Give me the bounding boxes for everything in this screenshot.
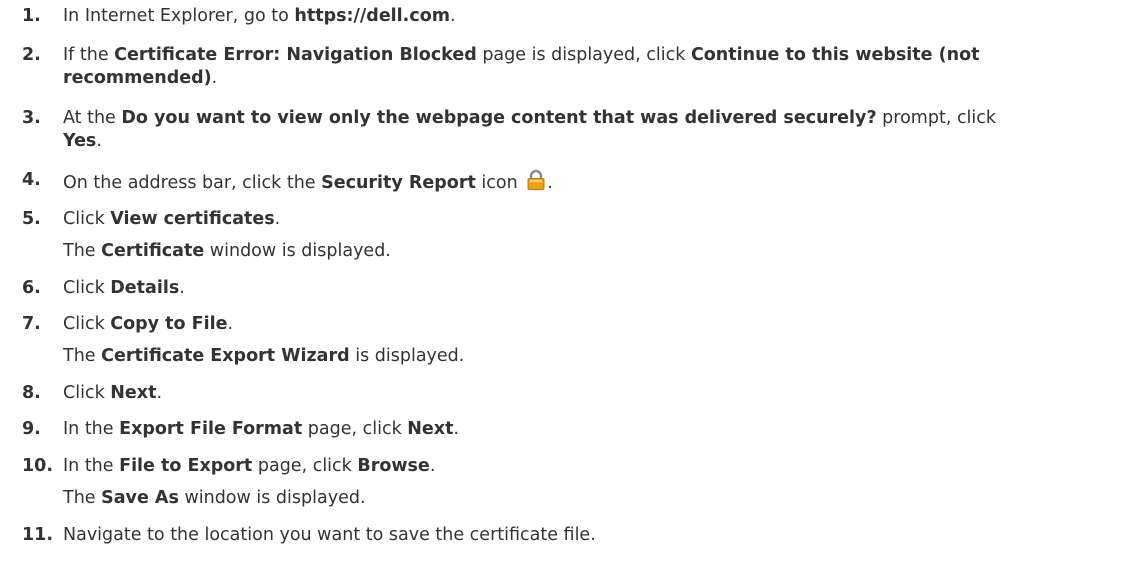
step-number: 7. bbox=[22, 314, 41, 334]
result-text-2: is displayed. bbox=[349, 346, 465, 366]
step-text: Click View certificates. bbox=[63, 208, 1133, 231]
step-text: Navigate to the location you want to sav… bbox=[63, 524, 1133, 547]
step-text: In the Export File Format page, click Ne… bbox=[63, 418, 1133, 441]
step-text: In the File to Export page, click Browse… bbox=[63, 455, 1133, 478]
step-text-0: Click bbox=[63, 314, 111, 334]
step-text: At the Do you want to view only the webp… bbox=[63, 107, 1133, 153]
step-text-0: Click bbox=[63, 209, 111, 229]
step-text-2: . bbox=[274, 209, 281, 229]
step-text-2: icon bbox=[475, 173, 524, 193]
step-text-4: . bbox=[429, 456, 436, 476]
step-text-0: On the address bar, click the bbox=[63, 173, 322, 193]
step-text-3: Next bbox=[407, 419, 454, 439]
step-number: 9. bbox=[22, 419, 41, 439]
url-text: https://dell.com bbox=[294, 6, 450, 26]
step-text-1: Next bbox=[110, 383, 157, 403]
step-text-1: Security Report bbox=[321, 173, 476, 193]
step-text-4: . bbox=[453, 419, 460, 439]
step-text-1: Export File Format bbox=[119, 419, 303, 439]
step-text-0: Click bbox=[63, 383, 111, 403]
step-number: 6. bbox=[22, 278, 41, 298]
step-text-1: Copy to File bbox=[110, 314, 228, 334]
result-text-1: Certificate Export Wizard bbox=[101, 346, 350, 366]
step-text-0: In the bbox=[63, 419, 120, 439]
step-text: In Internet Explorer, go to https://dell… bbox=[63, 5, 1133, 28]
step-number: 11. bbox=[22, 525, 54, 545]
step-text-1: View certificates bbox=[110, 209, 275, 229]
step-text-3: Continue to this website (not bbox=[690, 45, 980, 65]
step-text-0: At the bbox=[63, 108, 122, 128]
step-5-result: The Certificate window is displayed. bbox=[63, 240, 1133, 263]
step-text-5: . bbox=[211, 68, 218, 88]
step-text-0: In the bbox=[63, 456, 120, 476]
step-text-2: page, click bbox=[252, 456, 358, 476]
step-text-1: Do you want to view only the webpage con… bbox=[121, 108, 877, 128]
result-text-0: The bbox=[63, 346, 102, 366]
step-text-0: If the bbox=[63, 45, 115, 65]
result-text-2: window is displayed. bbox=[204, 241, 391, 261]
result-text-1: Certificate bbox=[101, 241, 205, 261]
step-text-3: . bbox=[547, 173, 553, 193]
step-number: 4. bbox=[22, 170, 41, 190]
step-text: Click Next. bbox=[63, 382, 1133, 405]
step-text-2: page, click bbox=[302, 419, 408, 439]
step-text: Click Details. bbox=[63, 277, 1133, 300]
step-text-3: Yes bbox=[63, 131, 97, 151]
step-number: 8. bbox=[22, 383, 41, 403]
instruction-page: { "steps": [ { "num": "1.", "parts": [ {… bbox=[0, 0, 1139, 587]
step-text-3: Browse bbox=[357, 456, 430, 476]
step-text-1: Details bbox=[110, 278, 180, 298]
step-number: 2. bbox=[22, 45, 41, 65]
step-text-0: Navigate to the location you want to sav… bbox=[63, 525, 596, 545]
step-text-1: Certificate Error: Navigation Blocked bbox=[114, 45, 477, 65]
padlock-icon bbox=[525, 169, 547, 191]
result-text-2: window is displayed. bbox=[178, 488, 366, 508]
step-text-2: . bbox=[156, 383, 163, 403]
step-text-2: . bbox=[449, 6, 456, 26]
step-text-0: In Internet Explorer, go to bbox=[63, 6, 295, 26]
step-text-1: File to Export bbox=[119, 456, 253, 476]
step-text: On the address bar, click the Security R… bbox=[63, 169, 1133, 195]
result-text-1: Save As bbox=[101, 488, 179, 508]
step-text-2: page is displayed, click bbox=[476, 45, 691, 65]
step-text: Click Copy to File. bbox=[63, 313, 1133, 336]
step-text-0: Click bbox=[63, 278, 111, 298]
step-text-2: prompt, click bbox=[876, 108, 997, 128]
step-text-2: . bbox=[179, 278, 185, 298]
step-number: 10. bbox=[22, 456, 54, 476]
result-text-0: The bbox=[63, 241, 102, 261]
step-number: 3. bbox=[22, 108, 41, 128]
step-text: If the Certificate Error: Navigation Blo… bbox=[63, 44, 1133, 90]
step-text-4: . bbox=[96, 131, 102, 151]
result-text-0: The bbox=[63, 488, 102, 508]
step-7-result: The Certificate Export Wizard is display… bbox=[63, 345, 1133, 368]
step-number: 1. bbox=[22, 6, 41, 26]
step-number: 5. bbox=[22, 209, 41, 229]
step-10-result: The Save As window is displayed. bbox=[63, 487, 1133, 510]
step-text-2: . bbox=[227, 314, 234, 334]
step-text-4: recommended) bbox=[63, 68, 212, 88]
